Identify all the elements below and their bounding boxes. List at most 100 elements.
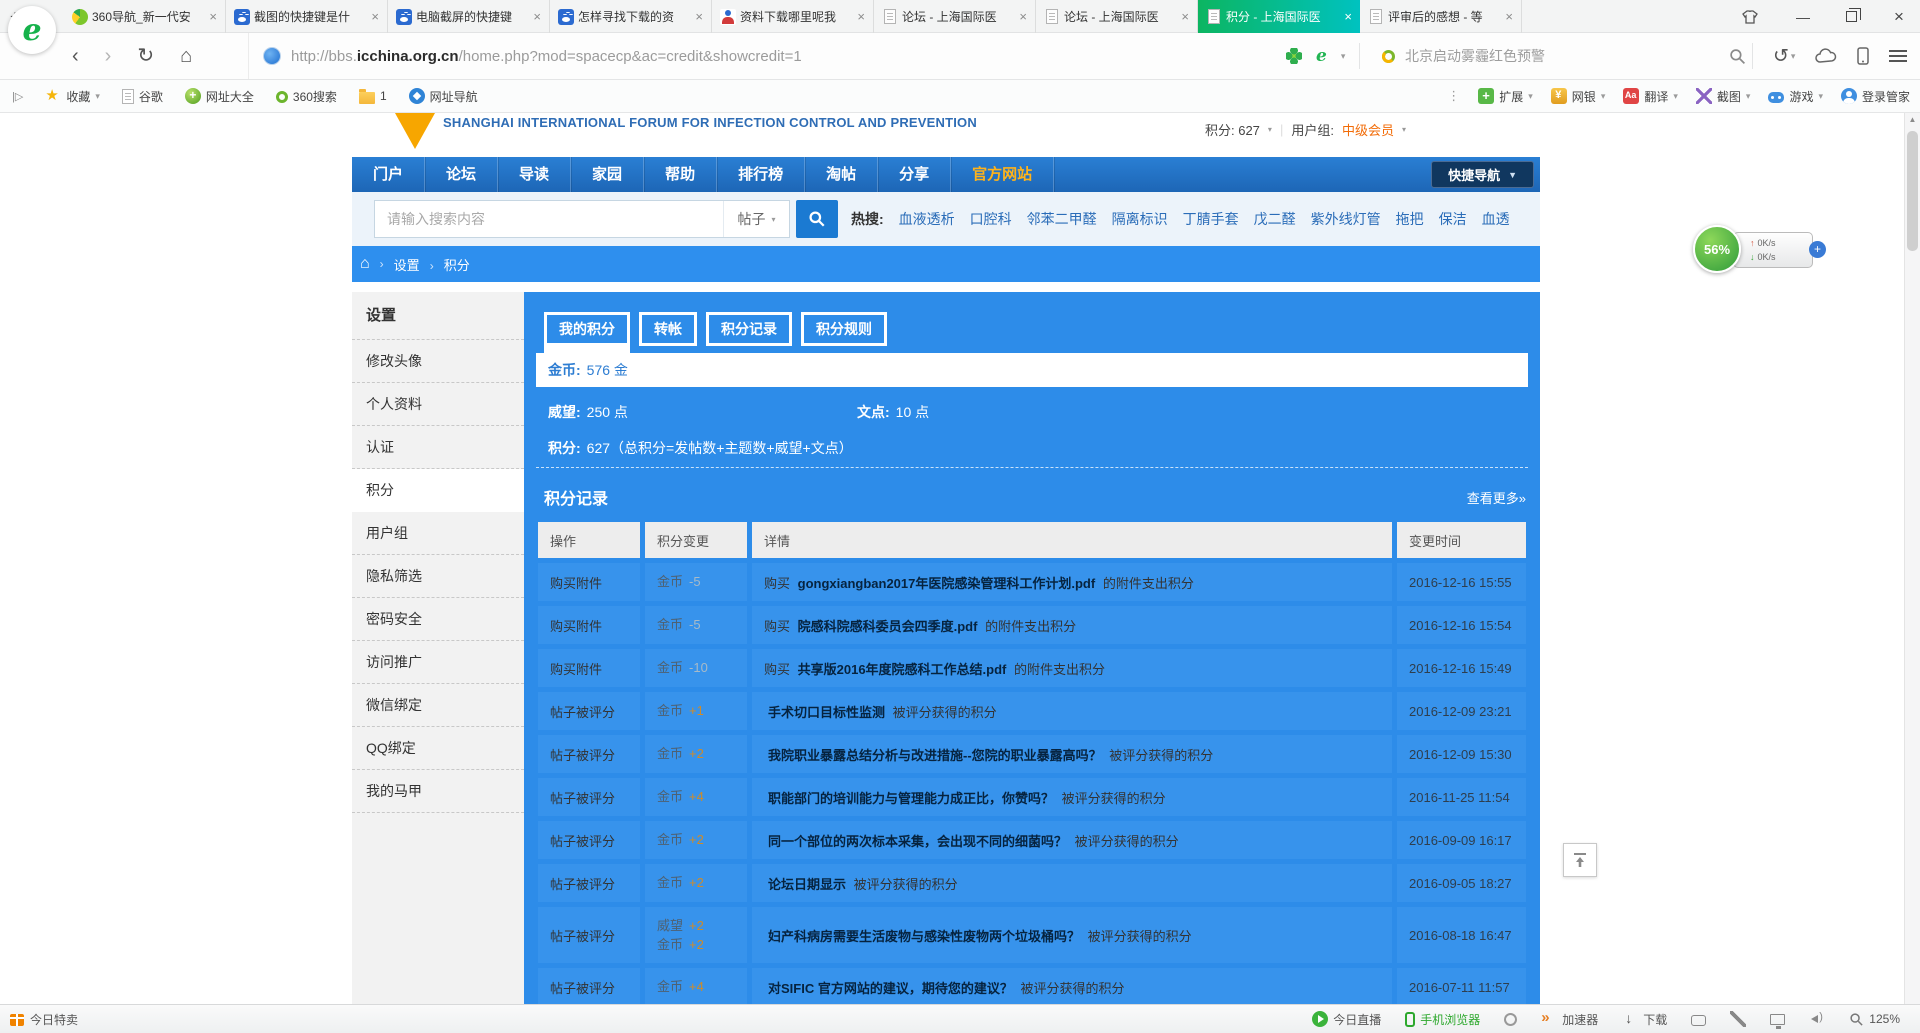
url-field[interactable]: http://bbs.icchina.org.cn/home.php?mod=s… [248,33,1368,79]
table-row[interactable]: 帖子被评分金币+4对SIFIC 官方网站的建议，期待您的建议？ 被评分获得的积分… [538,968,1526,1004]
extension-flower-icon[interactable] [1286,48,1302,64]
refresh-button[interactable]: ↻ [137,46,154,66]
bookmark-item-游戏[interactable]: 游戏▾ [1768,88,1823,105]
sidebar-item-我的马甲[interactable]: 我的马甲 [352,770,524,813]
nav-item-家园[interactable]: 家园 [571,157,644,192]
status-item-speaker[interactable] [1809,1011,1825,1027]
table-row[interactable]: 帖子被评分威望+2金币+2妇产科病房需要生活废物与感染性废物两个垃圾桶吗？ 被评… [538,907,1526,963]
tab-close-icon[interactable]: × [209,9,217,24]
browser-search-box[interactable]: 北京启动雾霾红色预警 [1382,33,1746,79]
phone-connect-icon[interactable] [1857,47,1869,65]
browser-tab[interactable]: 截图的快捷键是什× [226,0,388,33]
breadcrumb-item[interactable]: 积分 [444,258,470,273]
table-row[interactable]: 购买附件金币-10购买 共享版2016年度院感科工作总结.pdf 的附件支出积分… [538,649,1526,687]
credit-tab-我的积分[interactable]: 我的积分 [544,312,630,346]
sidebar-item-修改头像[interactable]: 修改头像 [352,340,524,383]
quick-nav-button[interactable]: 快捷导航 ▼ [1431,161,1534,188]
hot-keyword-link[interactable]: 口腔科 [970,209,1012,229]
bookmark-item-1[interactable]: 1 [359,89,387,104]
undo-closed-tab-button[interactable]: ↺▾ [1773,45,1795,68]
table-row[interactable]: 帖子被评分金币+2同一个部位的两次标本采集，会出现不同的细菌吗？ 被评分获得的积… [538,821,1526,859]
table-row[interactable]: 帖子被评分金币+2论坛日期显示 被评分获得的积分2016-09-05 18:27 [538,864,1526,902]
sidebar-item-个人资料[interactable]: 个人资料 [352,383,524,426]
credit-tab-积分规则[interactable]: 积分规则 [801,312,887,346]
forum-search-input[interactable] [375,201,723,237]
search-type-select[interactable]: 帖子 ▾ [723,201,789,237]
status-item-125%[interactable]: 125% [1849,1012,1900,1027]
detail-subject-link[interactable]: 共享版2016年度院感科工作总结.pdf [798,662,1007,677]
network-speed-widget[interactable]: ↑0K/s ↓0K/s 56% + [1693,225,1833,275]
table-row[interactable]: 帖子被评分金币+4职能部门的培训能力与管理能力成正比，你赞吗？ 被评分获得的积分… [538,778,1526,816]
memory-percent-ball[interactable]: 56% [1693,225,1741,273]
group-dropdown-icon[interactable]: ▾ [1402,125,1406,134]
tab-close-icon[interactable]: × [1181,9,1189,24]
url-dropdown-chevron-icon[interactable]: ▾ [1341,51,1346,62]
table-row[interactable]: 帖子被评分金币+1手术切口目标性监测 被评分获得的积分2016-12-09 23… [538,692,1526,730]
status-item-下载[interactable]: 下载 [1622,1011,1667,1028]
add-widget-button[interactable]: + [1809,241,1826,258]
status-item-加速器[interactable]: 加速器 [1541,1011,1598,1028]
credit-dropdown-icon[interactable]: ▾ [1268,125,1272,134]
tab-close-icon[interactable]: × [695,9,703,24]
detail-subject-link[interactable]: gongxiangban2017年医院感染管理科工作计划.pdf [798,576,1096,591]
hot-keyword-link[interactable]: 隔离标识 [1112,209,1168,229]
sidebar-item-QQ绑定[interactable]: QQ绑定 [352,727,524,770]
hot-keyword-link[interactable]: 血液透析 [899,209,955,229]
detail-subject-link[interactable]: 对SIFIC 官方网站的建议，期待您的建议？ [768,981,1013,996]
sidebar-item-访问推广[interactable]: 访问推广 [352,641,524,684]
nav-item-帮助[interactable]: 帮助 [644,157,717,192]
scroll-up-arrow-icon[interactable]: ▲ [1905,115,1920,124]
hot-keyword-link[interactable]: 戊二醛 [1254,209,1296,229]
bookmark-item-扩展[interactable]: 扩展▾ [1478,88,1533,105]
bookmark-item-截图[interactable]: 截图▾ [1696,88,1751,105]
nav-item-论坛[interactable]: 论坛 [425,157,498,192]
skin-theme-button[interactable] [1742,10,1768,24]
browser-tab[interactable]: 电脑截屏的快捷键× [388,0,550,33]
nav-item-排行榜[interactable]: 排行榜 [717,157,805,192]
table-row[interactable]: 购买附件金币-5购买 gongxiangban2017年医院感染管理科工作计划.… [538,563,1526,601]
minimize-button[interactable]: — [1790,9,1816,25]
forward-button[interactable]: › [105,46,112,66]
tab-close-icon[interactable]: × [857,9,865,24]
table-row[interactable]: 帖子被评分金币+2我院职业暴露总结分析与改进措施--您院的职业暴露高吗？ 被评分… [538,735,1526,773]
credit-tab-积分记录[interactable]: 积分记录 [706,312,792,346]
table-row[interactable]: 购买附件金币-5购买 院感科院感科委员会四季度.pdf 的附件支出积分2016-… [538,606,1526,644]
hot-keyword-link[interactable]: 血透 [1482,209,1510,229]
hot-keyword-link[interactable]: 丁腈手套 [1183,209,1239,229]
status-item-今日直播[interactable]: 今日直播 [1312,1011,1381,1028]
nav-item-门户[interactable]: 门户 [352,157,425,192]
detail-subject-link[interactable]: 妇产科病房需要生活废物与感染性废物两个垃圾桶吗？ [768,929,1080,944]
home-button[interactable]: ⌂ [180,46,192,66]
bookmark-item-网银[interactable]: 网银▾ [1551,88,1606,105]
hot-keyword-link[interactable]: 拖把 [1396,209,1424,229]
browser-tab[interactable]: 论坛 - 上海国际医× [874,0,1036,33]
detail-subject-link[interactable]: 院感科院感科委员会四季度.pdf [798,619,978,634]
detail-subject-link[interactable]: 职能部门的培训能力与管理能力成正比，你赞吗？ [768,791,1054,806]
nav-item-导读[interactable]: 导读 [498,157,571,192]
bookmark-item-翻译[interactable]: 翻译▾ [1623,88,1678,105]
tab-close-icon[interactable]: × [1505,9,1513,24]
status-item-chat[interactable] [1691,1013,1706,1026]
detail-subject-link[interactable]: 论坛日期显示 [768,877,846,892]
page-scrollbar[interactable]: ▲ [1904,113,1920,1004]
sidebar-item-认证[interactable]: 认证 [352,426,524,469]
tab-close-icon[interactable]: × [1019,9,1027,24]
breadcrumb-item[interactable]: 设置 [394,258,420,273]
forum-search-button[interactable] [796,200,838,238]
sidebar-item-隐私筛选[interactable]: 隐私筛选 [352,555,524,598]
tab-close-icon[interactable]: × [533,9,541,24]
sidebar-item-用户组[interactable]: 用户组 [352,512,524,555]
back-to-top-button[interactable] [1563,843,1597,877]
collapse-sidebar-icon[interactable]: |▷ [12,90,23,103]
sidebar-item-积分[interactable]: 积分 [352,469,524,512]
sidebar-item-微信绑定[interactable]: 微信绑定 [352,684,524,727]
browser-tab[interactable]: 怎样寻找下载的资× [550,0,712,33]
detail-subject-link[interactable]: 同一个部位的两次标本采集，会出现不同的细菌吗？ [768,834,1067,849]
nav-item-淘帖[interactable]: 淘帖 [805,157,878,192]
cloud-sync-icon[interactable] [1815,48,1837,64]
bookmark-item-登录管家[interactable]: 登录管家 [1841,88,1910,105]
scrollbar-thumb[interactable] [1907,131,1918,251]
browser-tab[interactable]: 资料下载哪里呢我× [712,0,874,33]
nav-item-官方网站[interactable]: 官方网站 [951,157,1054,192]
hot-keyword-link[interactable]: 紫外线灯管 [1311,209,1381,229]
